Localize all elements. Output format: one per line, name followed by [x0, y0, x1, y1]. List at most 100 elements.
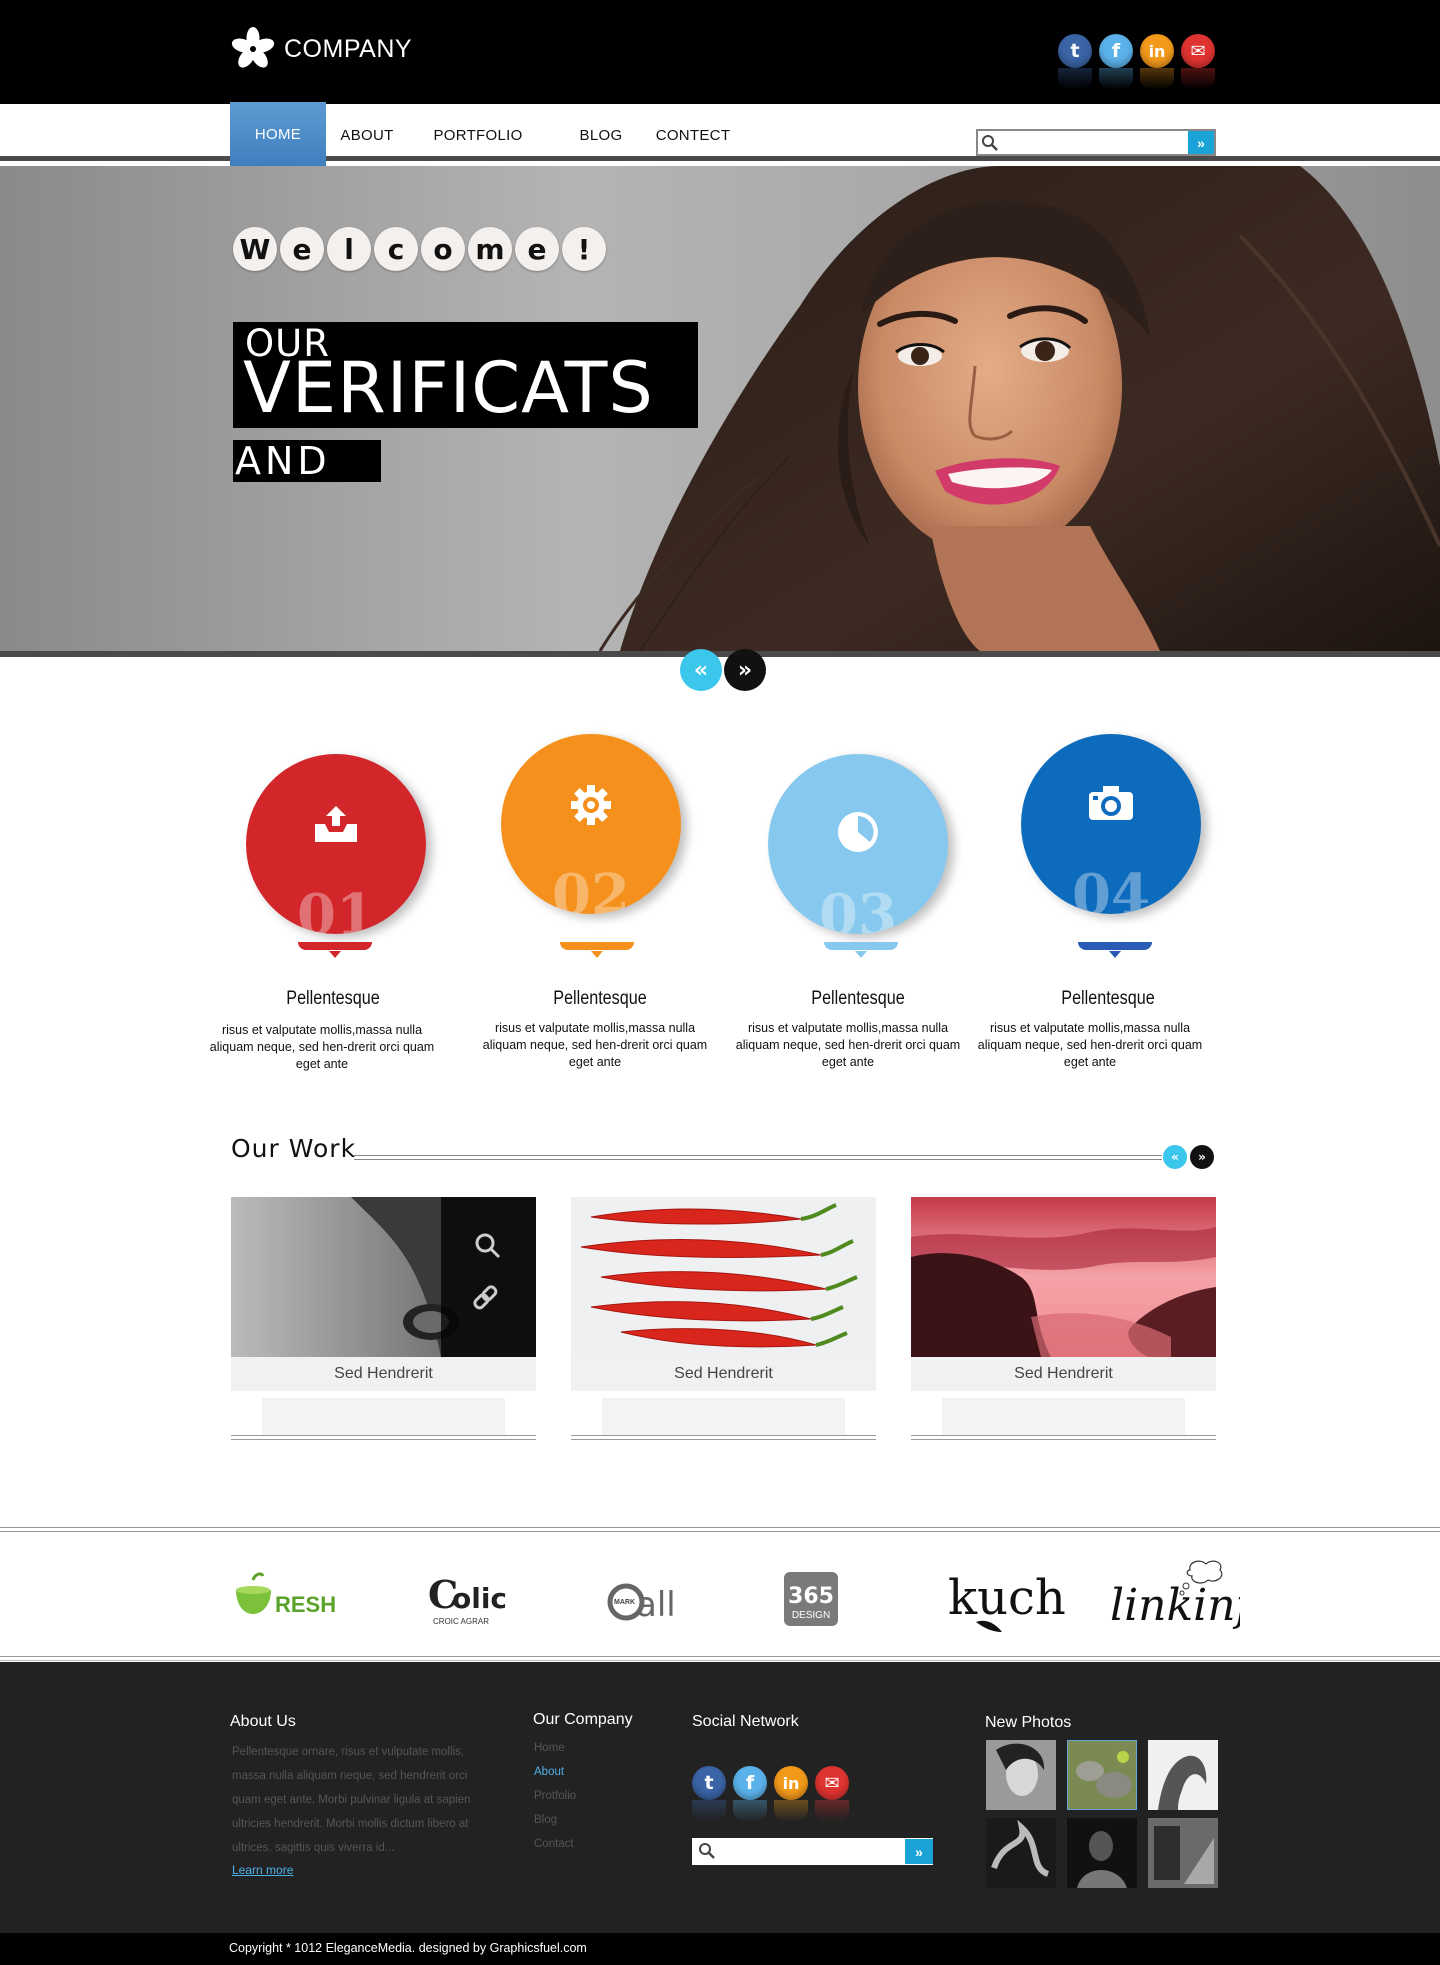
feature-title: Pellentesque	[1061, 988, 1155, 1009]
feature-circle-2[interactable]: 02	[501, 734, 681, 914]
fresh-logo[interactable]: RESH	[233, 1570, 345, 1627]
welcome-letter: W	[233, 227, 277, 271]
footer-link-about[interactable]: About	[534, 1760, 576, 1784]
icon-reflection	[815, 1800, 849, 1822]
work-next-button[interactable]: »	[1190, 1145, 1214, 1169]
photo-thumbnail[interactable]	[1148, 1740, 1218, 1810]
tumblr-glyph: t	[1070, 40, 1080, 62]
nav-blog[interactable]: BLOG	[570, 104, 632, 166]
chevron-down-icon	[329, 951, 341, 958]
linkedin-icon[interactable]: in	[774, 1766, 808, 1822]
icon-reflection	[1099, 68, 1133, 90]
footer-link-blog[interactable]: Blog	[534, 1808, 576, 1832]
work-caption: Sed Hendrerit	[911, 1357, 1216, 1391]
chevron-down-icon	[591, 951, 603, 958]
section-divider	[0, 1527, 1440, 1532]
welcome-letter: m	[468, 227, 512, 271]
search-submit-button[interactable]: »	[1188, 131, 1214, 154]
work-caption: Sed Hendrerit	[571, 1357, 876, 1391]
welcome-letter: e	[515, 227, 559, 271]
hero-line-verificats: VERIFICATS	[243, 347, 654, 429]
365-design-logo[interactable]: 365 DESIGN	[784, 1572, 838, 1633]
nav-portfolio[interactable]: PORTFOLIO	[428, 104, 528, 166]
feature-number: 04	[1072, 862, 1150, 914]
kuch-logo[interactable]: kuch	[946, 1566, 1066, 1641]
facebook-icon[interactable]: f	[1099, 34, 1133, 90]
nav-contect[interactable]: CONTECT	[650, 104, 736, 166]
feature-circle-4[interactable]: 04	[1021, 734, 1201, 914]
welcome-letter: c	[374, 227, 418, 271]
photo-thumbnail[interactable]	[1067, 1818, 1137, 1888]
hero-slider	[0, 166, 1440, 651]
work-card-footer	[602, 1398, 845, 1436]
animal-eye-photo[interactable]	[231, 1197, 536, 1357]
slider-next-button[interactable]: »	[724, 649, 766, 691]
main-nav: HOME ABOUT PORTFOLIO BLOG CONTECT »	[0, 102, 1440, 166]
feature-circle-1[interactable]: 01	[246, 754, 426, 934]
nav-about[interactable]: ABOUT	[332, 104, 402, 166]
hero-slider-controls: « »	[680, 649, 766, 691]
hero-line-and: AND	[233, 440, 381, 482]
photo-thumbnail[interactable]	[1148, 1818, 1218, 1888]
card-rule	[571, 1435, 876, 1440]
search-icon	[982, 135, 998, 151]
mail-icon[interactable]: ✉	[815, 1766, 849, 1822]
slider-prev-button[interactable]: «	[680, 649, 722, 691]
tumblr-icon[interactable]: t	[1058, 34, 1092, 90]
welcome-letter: l	[327, 227, 371, 271]
footer-search-input[interactable]	[716, 1841, 891, 1862]
work-card-footer	[262, 1398, 505, 1436]
feature-title: Pellentesque	[811, 988, 905, 1009]
tumblr-icon[interactable]: t	[692, 1766, 726, 1822]
footer-company-links: Home About Protfolio Blog Contact	[534, 1736, 576, 1856]
footer-link-portfolio[interactable]: Protfolio	[534, 1784, 576, 1808]
feature-number: 01	[297, 882, 375, 934]
linkedin-glyph: in	[1148, 41, 1166, 61]
welcome-badges: W e l c o m e !	[233, 227, 606, 271]
all-logo[interactable]: MARK all	[604, 1572, 676, 1629]
photo-thumbnail[interactable]	[986, 1818, 1056, 1888]
footer-social-title: Social Network	[692, 1713, 799, 1730]
section-divider	[354, 1155, 1162, 1160]
feature-circle-3[interactable]: 03	[768, 754, 948, 934]
work-caption: Sed Hendrerit	[231, 1357, 536, 1391]
photo-thumbnail[interactable]	[1067, 1740, 1137, 1810]
colic-logo-text: olic	[452, 1582, 507, 1615]
feature-title: Pellentesque	[286, 988, 380, 1009]
work-carousel-controls: « »	[1163, 1145, 1214, 1169]
search-box-footer: »	[692, 1838, 933, 1865]
footer-photos-title: New Photos	[985, 1714, 1072, 1731]
red-sunset-coast-photo[interactable]	[911, 1197, 1216, 1357]
all-logo-text: all	[636, 1585, 676, 1624]
all-logo-badge: MARK	[614, 1599, 635, 1606]
mail-glyph: ✉	[1190, 40, 1206, 62]
learn-more-link[interactable]: Learn more	[232, 1863, 293, 1877]
feature-pointer	[824, 942, 898, 950]
nav-home[interactable]: HOME	[230, 102, 326, 166]
icon-reflection	[1181, 68, 1215, 90]
icon-reflection	[774, 1800, 808, 1822]
colic-logo-sub: CROIC AGRAR	[433, 1617, 489, 1626]
facebook-icon[interactable]: f	[733, 1766, 767, 1822]
footer-link-home[interactable]: Home	[534, 1736, 576, 1760]
inbox-upload-icon	[246, 802, 426, 851]
logo[interactable]: COMPANY	[230, 26, 412, 72]
photo-thumbnail[interactable]	[986, 1740, 1056, 1810]
365-logo-text: 365	[788, 1584, 834, 1609]
feature-pointer	[560, 942, 634, 950]
search-icon	[699, 1843, 715, 1859]
red-chili-photo[interactable]	[571, 1197, 876, 1357]
work-prev-button[interactable]: «	[1163, 1145, 1187, 1169]
feature-number: 02	[552, 862, 630, 914]
icon-reflection	[1058, 68, 1092, 90]
search-input[interactable]	[998, 132, 1183, 153]
colic-logo[interactable]: C olic CROIC AGRAR	[428, 1570, 508, 1635]
mail-icon[interactable]: ✉	[1181, 34, 1215, 90]
footer-search-submit-button[interactable]: »	[905, 1839, 933, 1864]
feature-pointer	[1078, 942, 1152, 950]
feature-text: risus et valputate mollis,massa nulla al…	[735, 1021, 961, 1069]
footer-link-contact[interactable]: Contact	[534, 1832, 576, 1856]
linkedin-icon[interactable]: in	[1140, 34, 1174, 90]
icon-reflection	[733, 1800, 767, 1822]
linkinfo-logo[interactable]: linkinfo	[1108, 1556, 1278, 1647]
